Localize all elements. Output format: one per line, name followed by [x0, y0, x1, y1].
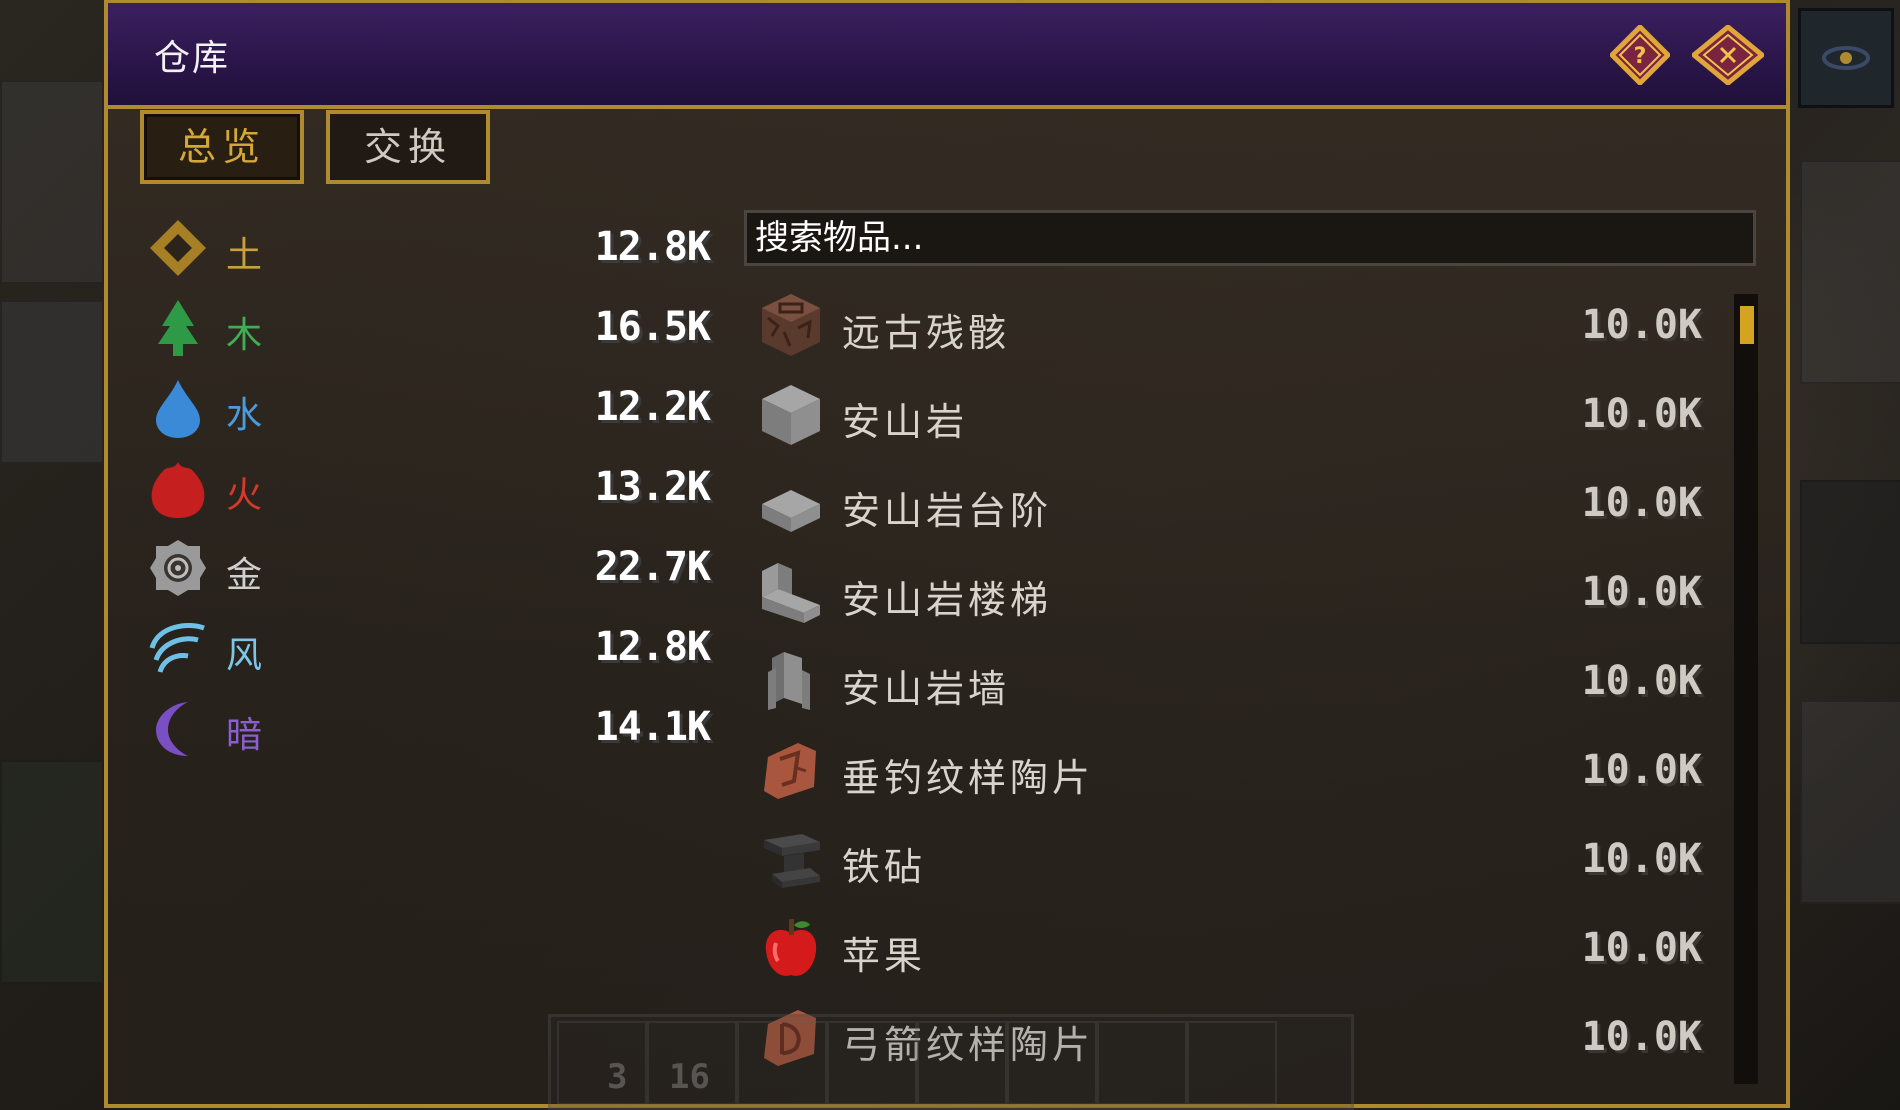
background-block	[0, 80, 104, 284]
element-value: 14.1K	[594, 704, 711, 750]
item-name: 安山岩楼梯	[842, 578, 1053, 622]
element-value: 12.2K	[594, 384, 711, 430]
tab-overview[interactable]: 总览	[140, 110, 304, 184]
dark-crescent-icon	[156, 702, 188, 756]
eye-icon	[1822, 46, 1870, 70]
background-block	[1800, 700, 1900, 904]
item-name: 安山岩墙	[842, 667, 1011, 711]
hotbar-slot	[1187, 1021, 1277, 1105]
item-name: 垂钓纹样陶片	[842, 756, 1095, 800]
element-value: 12.8K	[594, 224, 711, 270]
item-count: 10.0K	[1581, 480, 1702, 526]
element-row-metal: 金 22.7K	[140, 532, 711, 602]
element-value: 22.7K	[594, 544, 711, 590]
apple-icon	[765, 919, 817, 976]
hotbar-slot	[827, 1021, 917, 1105]
element-row-dark: 暗 14.1K	[140, 692, 711, 762]
list-item[interactable]: 安山岩台阶 10.0K	[752, 462, 1712, 546]
background-block	[1800, 160, 1900, 384]
hotbar-count: 16	[669, 1057, 710, 1097]
item-count: 10.0K	[1581, 1014, 1702, 1060]
item-name: 安山岩台阶	[842, 489, 1053, 533]
hotbar-slot	[1007, 1021, 1097, 1105]
item-count: 10.0K	[1581, 747, 1702, 793]
element-name: 暗	[226, 715, 263, 756]
side-panel-button[interactable]	[1798, 8, 1894, 108]
list-item[interactable]: 安山岩楼梯 10.0K	[752, 551, 1712, 635]
background-block	[0, 300, 104, 464]
scrollbar-track[interactable]	[1734, 294, 1758, 1084]
element-value: 16.5K	[594, 304, 711, 350]
element-name: 金	[226, 555, 263, 596]
pottery-sherd-icon	[764, 743, 816, 799]
fire-icon	[151, 462, 205, 518]
element-row-wind: 风 12.8K	[140, 612, 711, 682]
tab-exchange[interactable]: 交换	[326, 110, 490, 184]
element-name: 木	[226, 315, 263, 356]
item-count: 10.0K	[1581, 836, 1702, 882]
earth-diamond-icon	[150, 220, 206, 276]
item-count: 10.0K	[1581, 925, 1702, 971]
item-name: 安山岩	[842, 400, 969, 444]
search-input[interactable]	[744, 210, 1756, 266]
wind-icon	[149, 623, 205, 673]
hotbar-count: 3	[607, 1057, 628, 1097]
element-name: 土	[226, 235, 263, 276]
water-drop-icon	[156, 380, 200, 438]
item-count: 10.0K	[1581, 302, 1702, 348]
list-item[interactable]: 垂钓纹样陶片 10.0K	[752, 729, 1712, 813]
item-name: 苹果	[842, 934, 927, 978]
hotbar-slot	[917, 1021, 1007, 1105]
element-name: 风	[226, 635, 263, 676]
hotbar-slot	[557, 1021, 647, 1105]
scrollbar-thumb[interactable]	[1740, 306, 1754, 344]
element-name: 火	[226, 475, 263, 516]
close-button[interactable]	[1690, 23, 1766, 87]
list-item[interactable]: 铁砧 10.0K	[752, 818, 1712, 902]
andesite-stairs-icon	[762, 563, 820, 623]
help-button[interactable]: ?	[1608, 23, 1672, 87]
window-title: 仓库	[154, 38, 231, 79]
element-row-water: 水 12.2K	[140, 372, 711, 442]
andesite-wall-icon	[768, 652, 810, 710]
element-row-fire: 火 13.2K	[140, 452, 711, 522]
question-mark-diamond-icon: ?	[1608, 23, 1672, 87]
title-bar: 仓库 ?	[108, 3, 1786, 109]
svg-text:?: ?	[1634, 44, 1647, 69]
hotbar-background: 3 16	[548, 1014, 1354, 1110]
background-block	[0, 760, 104, 984]
item-count: 10.0K	[1581, 658, 1702, 704]
item-name: 铁砧	[842, 845, 927, 889]
item-name: 远古残骸	[842, 311, 1011, 355]
background-block	[1800, 480, 1900, 644]
hotbar-slot	[1097, 1021, 1187, 1105]
andesite-slab-icon	[762, 490, 820, 532]
anvil-icon	[764, 834, 820, 888]
tree-icon	[158, 300, 198, 356]
item-count: 10.0K	[1581, 391, 1702, 437]
andesite-block-icon	[762, 385, 820, 445]
list-item[interactable]: 安山岩 10.0K	[752, 373, 1712, 457]
ancient-debris-icon	[762, 294, 820, 356]
list-item[interactable]: 安山岩墙 10.0K	[752, 640, 1712, 724]
list-item[interactable]: 苹果 10.0K	[752, 907, 1712, 991]
element-row-wood: 木 16.5K	[140, 292, 711, 362]
item-count: 10.0K	[1581, 569, 1702, 615]
element-value: 13.2K	[594, 464, 711, 510]
close-x-diamond-icon	[1690, 23, 1766, 87]
element-value: 12.8K	[594, 624, 711, 670]
element-name: 水	[226, 395, 263, 436]
hotbar-slot	[737, 1021, 827, 1105]
metal-gear-icon	[150, 540, 206, 596]
element-row-earth: 土 12.8K	[140, 212, 711, 282]
list-item[interactable]: 远古残骸 10.0K	[752, 284, 1712, 368]
